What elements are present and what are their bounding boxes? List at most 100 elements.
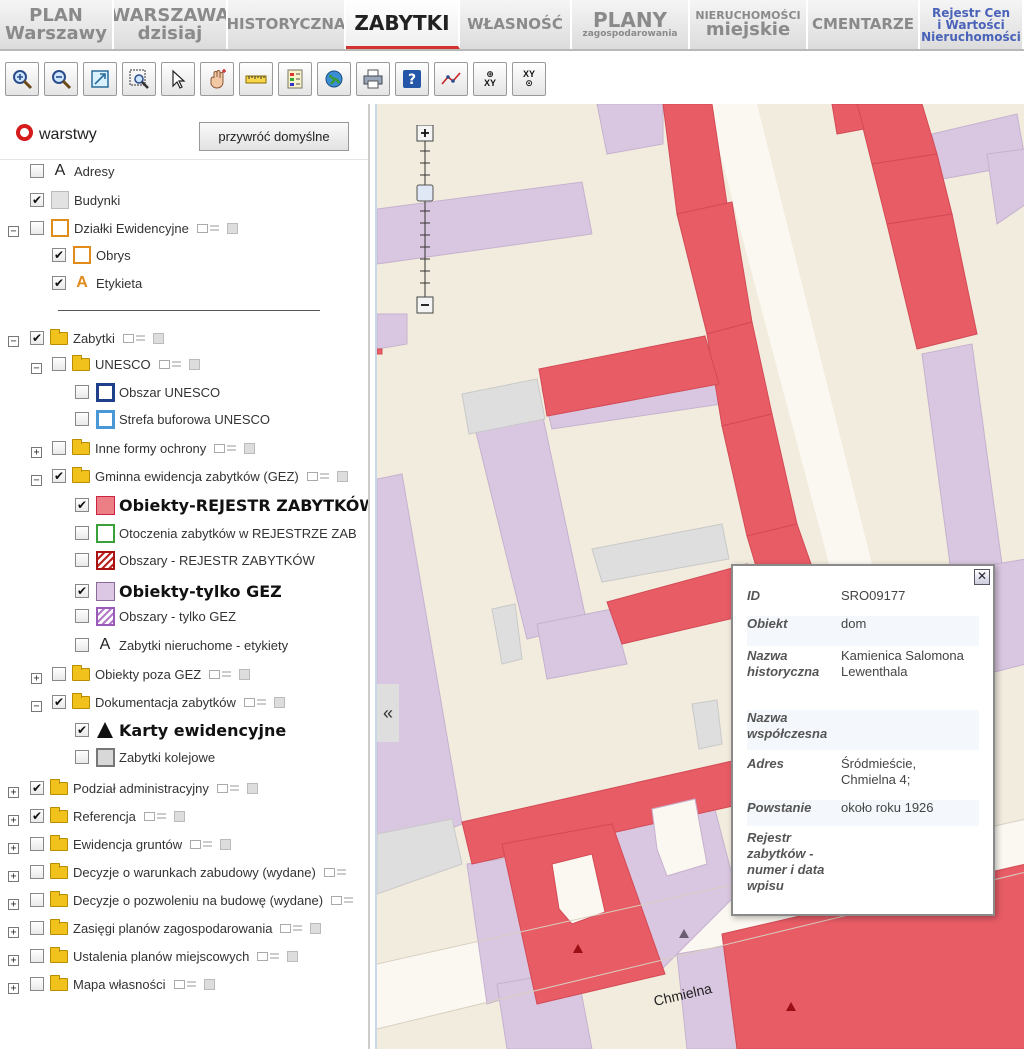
expand-toggle[interactable]: + <box>8 815 19 826</box>
tab-historyczna[interactable]: HISTORYCZNA <box>228 0 346 49</box>
layer-checkbox[interactable] <box>75 638 89 652</box>
layer-checkbox[interactable]: ✔ <box>75 584 89 598</box>
select-button[interactable] <box>161 62 195 96</box>
expand-toggle[interactable]: + <box>31 673 42 684</box>
layer-label: Obiekty poza GEZ <box>95 666 202 682</box>
layer-options-icon[interactable] <box>214 442 256 454</box>
layer-dokumentacja: ✔ Dokumentacja zabytków <box>52 690 285 714</box>
profile-button[interactable] <box>434 62 468 96</box>
close-icon[interactable]: ✕ <box>974 569 990 585</box>
zoom-slider[interactable] <box>416 124 434 315</box>
tab-plan-warszawy[interactable]: PLAN Warszawy <box>0 0 114 49</box>
layer-checkbox[interactable]: ✔ <box>52 248 66 262</box>
measure-button[interactable] <box>239 62 273 96</box>
layer-options-icon[interactable] <box>209 668 251 680</box>
pan-button[interactable] <box>200 62 234 96</box>
layer-checkbox[interactable]: ✔ <box>75 498 89 512</box>
layer-ustalenia: Ustalenia planów miejscowych <box>30 944 299 968</box>
expand-toggle[interactable]: + <box>8 871 19 882</box>
layer-checkbox[interactable] <box>75 385 89 399</box>
xy-coordinates-button[interactable]: XY ⊙ <box>512 62 546 96</box>
layer-checkbox[interactable] <box>75 412 89 426</box>
layer-checkbox[interactable]: ✔ <box>30 193 44 207</box>
layer-checkbox[interactable] <box>75 609 89 623</box>
layer-checkbox[interactable] <box>30 865 44 879</box>
collapse-toggle[interactable]: − <box>31 475 42 486</box>
layer-checkbox[interactable]: ✔ <box>30 781 44 795</box>
layer-options-icon[interactable] <box>306 470 348 482</box>
tab-warszawa-dzisiaj[interactable]: WARSZAWA dzisiaj <box>114 0 228 49</box>
expand-toggle[interactable]: + <box>8 927 19 938</box>
zoom-window-button[interactable] <box>122 62 156 96</box>
layer-options-icon[interactable] <box>331 895 361 905</box>
layer-checkbox[interactable] <box>30 837 44 851</box>
feature-info-popup: ✕ ID SRO09177 Obiekt dom Nazwa historycz… <box>731 564 995 916</box>
popup-value: dom <box>841 616 867 631</box>
tab-plany[interactable]: PLANY zagospodarowania <box>572 0 690 49</box>
collapse-toggle[interactable]: − <box>31 363 42 374</box>
xy-goto-button[interactable]: ⊕ XY <box>473 62 507 96</box>
restore-defaults-button[interactable]: przywróć domyślne <box>199 122 349 151</box>
layer-checkbox[interactable]: ✔ <box>30 809 44 823</box>
layer-options-icon[interactable] <box>173 978 215 990</box>
layer-options-icon[interactable] <box>257 950 299 962</box>
layer-checkbox[interactable]: ✔ <box>52 469 66 483</box>
layer-options-icon[interactable] <box>280 922 322 934</box>
layer-checkbox[interactable] <box>30 921 44 935</box>
globe-button[interactable] <box>317 62 351 96</box>
layer-karty: ✔ Karty ewidencyjne <box>75 718 286 742</box>
map-view[interactable]: Chmielna « ✕ ID SRO09177 Obiekt dom Nazw… <box>375 104 1024 1049</box>
layer-checkbox[interactable] <box>75 553 89 567</box>
folder-icon <box>50 974 68 991</box>
layer-checkbox[interactable] <box>30 164 44 178</box>
collapse-toggle[interactable]: − <box>8 336 19 347</box>
tab-zabytki[interactable]: ZABYTKI <box>346 0 460 49</box>
layer-options-icon[interactable] <box>158 358 200 370</box>
layer-checkbox[interactable]: ✔ <box>52 695 66 709</box>
tab-cmentarze[interactable]: CMENTARZE <box>808 0 920 49</box>
popup-row-nazwa-historyczna: Nazwa historyczna Kamienica Salomona Lew… <box>747 648 979 702</box>
layer-checkbox[interactable] <box>52 441 66 455</box>
folder-icon <box>72 466 90 483</box>
tab-wlasnosc[interactable]: WŁASNOŚĆ <box>460 0 572 49</box>
layer-options-icon[interactable] <box>196 222 238 234</box>
layer-options-icon[interactable] <box>143 810 185 822</box>
legend-button[interactable] <box>278 62 312 96</box>
expand-toggle[interactable]: + <box>8 955 19 966</box>
collapse-toggle[interactable]: − <box>31 701 42 712</box>
layer-checkbox[interactable] <box>30 221 44 235</box>
tab-label: CMENTARZE <box>811 15 915 33</box>
layer-checkbox[interactable] <box>75 750 89 764</box>
expand-toggle[interactable]: + <box>8 899 19 910</box>
expand-toggle[interactable]: + <box>8 787 19 798</box>
layer-checkbox[interactable] <box>52 667 66 681</box>
layer-checkbox[interactable]: ✔ <box>75 723 89 737</box>
layer-checkbox[interactable]: ✔ <box>52 276 66 290</box>
layer-options-icon[interactable] <box>190 838 232 850</box>
text-symbol-icon: A <box>54 162 66 179</box>
layer-options-icon[interactable] <box>323 867 354 877</box>
layer-options-icon[interactable] <box>243 696 285 708</box>
expand-toggle[interactable]: + <box>31 447 42 458</box>
layer-checkbox[interactable] <box>75 526 89 540</box>
popup-row-id: ID SRO09177 <box>747 588 979 616</box>
expand-toggle[interactable]: + <box>8 983 19 994</box>
layer-checkbox[interactable]: ✔ <box>30 331 44 345</box>
tab-nieruchomosci[interactable]: NIERUCHOMOŚCI miejskie <box>690 0 808 49</box>
tab-rejestr-cen[interactable]: Rejestr Cen i Wartości Nieruchomości <box>920 0 1024 49</box>
full-extent-button[interactable] <box>83 62 117 96</box>
layer-label: Zabytki <box>73 330 115 346</box>
print-button[interactable] <box>356 62 390 96</box>
layer-checkbox[interactable] <box>30 977 44 991</box>
zoom-in-button[interactable] <box>5 62 39 96</box>
layer-options-icon[interactable] <box>216 782 258 794</box>
layer-options-icon[interactable] <box>122 332 164 344</box>
layer-checkbox[interactable] <box>30 893 44 907</box>
help-button[interactable]: ? <box>395 62 429 96</box>
zoom-out-button[interactable] <box>44 62 78 96</box>
layer-checkbox[interactable] <box>52 357 66 371</box>
expand-toggle[interactable]: + <box>8 843 19 854</box>
collapse-panel-button[interactable]: « <box>377 684 399 742</box>
layer-checkbox[interactable] <box>30 949 44 963</box>
collapse-toggle[interactable]: − <box>8 226 19 237</box>
